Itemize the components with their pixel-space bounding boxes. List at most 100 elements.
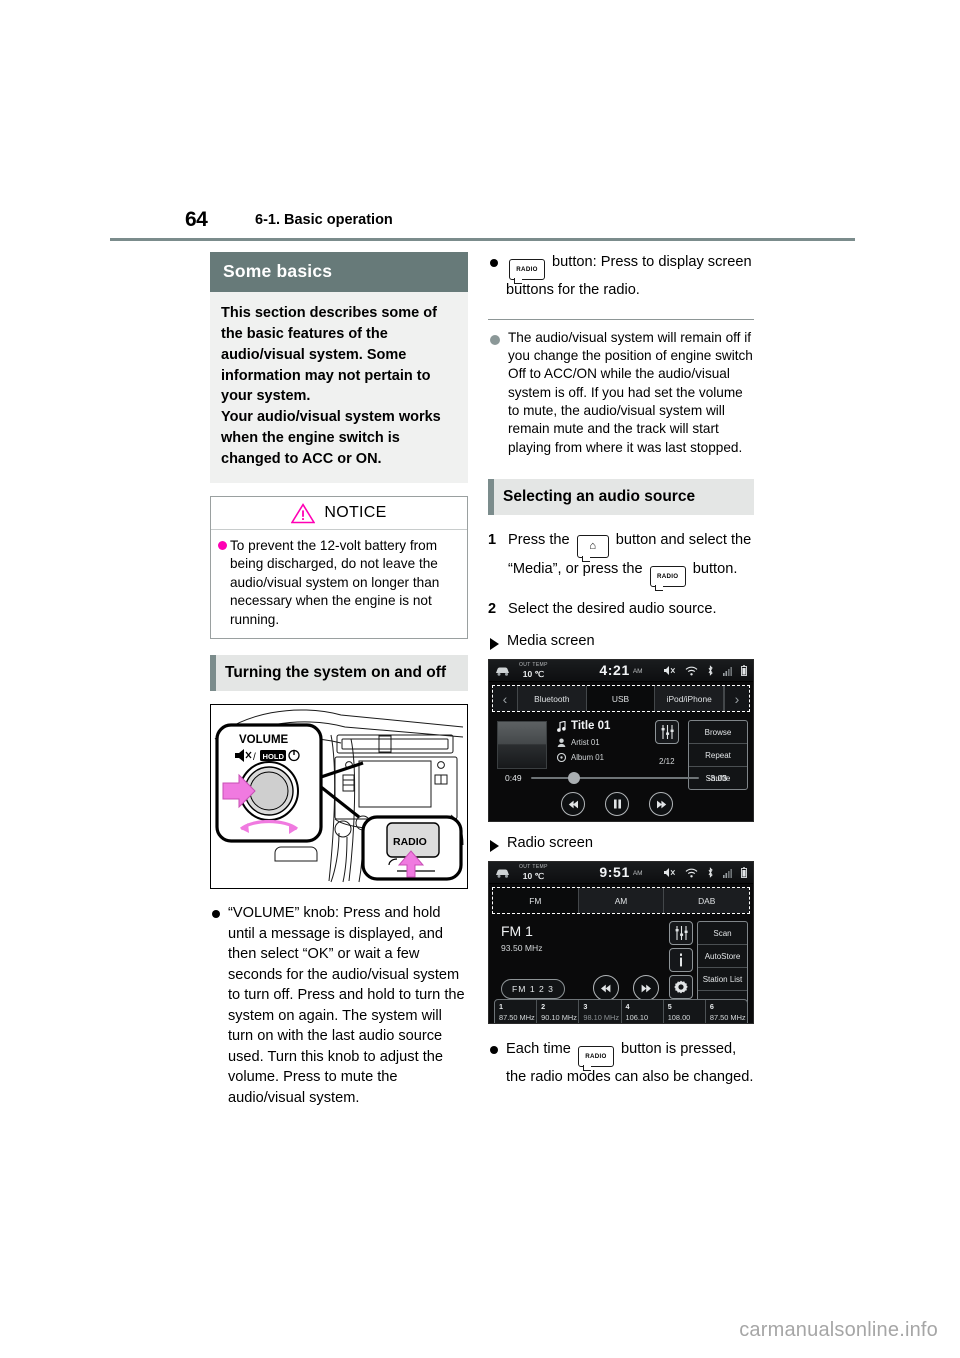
media-screen[interactable]: OUT TEMP 10 ℃ 4:21 AM ‹ Bluetooth USB iP… bbox=[488, 659, 754, 823]
bluetooth-icon bbox=[708, 867, 713, 879]
battery-icon bbox=[741, 867, 747, 879]
caption-media-screen: Media screen bbox=[488, 633, 754, 651]
radio-preset-1-number: 1 bbox=[499, 1002, 503, 1012]
radio-band-label: FM 1 bbox=[501, 923, 533, 940]
home-key-icon[interactable]: ⌂ bbox=[576, 535, 609, 563]
media-equalizer-button[interactable] bbox=[655, 720, 679, 745]
media-seek-knob[interactable] bbox=[567, 772, 580, 785]
media-out-temp-value: 10 ℃ bbox=[522, 668, 545, 679]
radio-out-temp-value: 10 ℃ bbox=[522, 870, 545, 881]
radio-band-tabs[interactable]: FM AM DAB bbox=[492, 887, 750, 915]
previous-track-icon bbox=[568, 800, 578, 809]
radio-preset-6-number: 6 bbox=[709, 1002, 714, 1012]
media-source-tabs[interactable]: ‹ Bluetooth USB iPod/iPhone › bbox=[492, 685, 750, 713]
media-repeat-button[interactable]: Repeat bbox=[689, 744, 747, 768]
media-tabs-next-arrow[interactable]: › bbox=[724, 686, 750, 712]
left-column: Some basics This section describes some … bbox=[210, 252, 468, 1108]
media-pause-button[interactable] bbox=[605, 792, 629, 817]
radio-preset-3-frequency: 98.10 MHz bbox=[583, 1012, 620, 1022]
radio-scan-button[interactable]: Scan bbox=[698, 922, 747, 946]
media-seek-row[interactable]: 0:49 -3:03 bbox=[505, 772, 727, 785]
radio-status-icons bbox=[663, 867, 747, 879]
radio-tab-fm[interactable]: FM bbox=[493, 888, 579, 914]
volume-knob-text: “VOLUME” knob: Press and hold until a me… bbox=[228, 905, 465, 1106]
artist-icon bbox=[557, 738, 566, 748]
media-browse-button[interactable]: Browse bbox=[689, 721, 747, 745]
right-column: RADIO button: Press to display screen bu… bbox=[488, 252, 754, 1088]
radio-screen[interactable]: OUT TEMP 10 ℃ 9:51 AM FM AM DAB FM 1 93.… bbox=[488, 861, 754, 1025]
header-divider bbox=[110, 238, 855, 241]
step-1: 1 Press the ⌂ button and select the “Med… bbox=[488, 529, 754, 592]
radio-preset-row[interactable]: 1 87.50 MHz 2 90.10 MHz 3 98.10 MHz 4 10… bbox=[494, 999, 748, 1024]
step-1-number: 1 bbox=[488, 532, 497, 549]
bullet-dot-icon bbox=[212, 910, 220, 919]
triangle-marker-icon bbox=[490, 638, 499, 651]
radio-preset-2[interactable]: 2 90.10 MHz bbox=[537, 1000, 580, 1024]
media-album: Album 01 bbox=[571, 753, 604, 763]
media-elapsed-time: 0:49 bbox=[505, 773, 522, 784]
media-remaining-time: -3:03 bbox=[707, 773, 727, 784]
equalizer-icon bbox=[661, 725, 674, 740]
step-1-text: Press the ⌂ button and select the “Media… bbox=[508, 529, 754, 592]
radio-clock-time: 9:51 bbox=[599, 863, 630, 880]
radio-seek-down-button[interactable] bbox=[593, 975, 619, 1002]
radio-equalizer-button[interactable] bbox=[669, 921, 693, 946]
media-next-button[interactable] bbox=[649, 792, 673, 817]
media-out-temp-label: OUT TEMP bbox=[519, 662, 548, 669]
radio-band-selector[interactable]: FM 1 2 3 bbox=[501, 979, 565, 1000]
pause-icon bbox=[613, 799, 621, 809]
svg-text:VOLUME: VOLUME bbox=[239, 734, 289, 746]
media-tabs-prev-arrow[interactable]: ‹ bbox=[493, 686, 518, 712]
bullet-dot-icon bbox=[490, 1046, 498, 1055]
step-2: 2 Select the desired audio source. bbox=[488, 598, 754, 620]
bluetooth-icon bbox=[708, 665, 713, 677]
notice-body: To prevent the 12-volt battery from bein… bbox=[211, 530, 467, 638]
media-tab-bluetooth[interactable]: Bluetooth bbox=[518, 686, 587, 712]
each-time-pre: Each time bbox=[506, 1041, 575, 1058]
car-icon bbox=[496, 667, 509, 676]
radio-info-button[interactable] bbox=[669, 948, 693, 973]
radio-key-icon[interactable]: RADIO bbox=[577, 1046, 614, 1072]
media-previous-button[interactable] bbox=[561, 792, 585, 817]
media-transport-controls[interactable] bbox=[561, 792, 673, 817]
radio-out-temp: OUT TEMP 10 ℃ bbox=[519, 865, 548, 880]
signal-icon bbox=[723, 666, 732, 676]
svg-text:RADIO: RADIO bbox=[393, 836, 427, 848]
radio-preset-2-number: 2 bbox=[541, 1002, 546, 1012]
radio-key-icon[interactable]: RADIO bbox=[649, 566, 686, 592]
radio-autostore-button[interactable]: AutoStore bbox=[698, 945, 747, 969]
caption-radio-screen: Radio screen bbox=[488, 835, 754, 853]
footer-watermark: carmanualsonline.info bbox=[739, 1319, 938, 1341]
radio-preset-1[interactable]: 1 87.50 MHz bbox=[495, 1000, 538, 1024]
mute-speaker-icon bbox=[664, 868, 675, 878]
battery-icon bbox=[741, 665, 747, 677]
caption-media-screen-label: Media screen bbox=[507, 633, 595, 650]
radio-seek-up-button[interactable] bbox=[633, 975, 659, 1002]
radio-station-list-button[interactable]: Station List bbox=[698, 968, 747, 992]
volume-knob-bullet: “VOLUME” knob: Press and hold until a me… bbox=[210, 903, 468, 1108]
caption-radio-screen-label: Radio screen bbox=[507, 835, 593, 852]
radio-key-icon[interactable]: RADIO bbox=[509, 259, 545, 284]
radio-preset-5[interactable]: 5 108.00 MHz bbox=[664, 1000, 706, 1024]
radio-settings-button[interactable] bbox=[669, 975, 693, 1000]
seek-up-icon bbox=[641, 984, 651, 993]
radio-frequency: 93.50 MHz bbox=[501, 943, 543, 954]
radio-preset-3[interactable]: 3 98.10 MHz bbox=[579, 1000, 622, 1024]
radio-preset-4[interactable]: 4 106.10 MHz bbox=[622, 1000, 664, 1024]
radio-tab-dab[interactable]: DAB bbox=[664, 888, 750, 914]
step-1-pre: Press the bbox=[508, 532, 574, 549]
media-track-counter: 2/12 bbox=[659, 757, 675, 767]
each-time-bullet: Each time RADIO button is pressed, the r… bbox=[488, 1039, 754, 1088]
radio-preset-6[interactable]: 6 87.50 MHz bbox=[706, 1000, 747, 1023]
media-tab-ipod-iphone[interactable]: iPod/iPhone bbox=[655, 686, 725, 712]
media-seek-bar[interactable] bbox=[530, 772, 699, 785]
svg-text:/: / bbox=[253, 752, 256, 763]
step-2-text: Select the desired audio source. bbox=[508, 601, 717, 618]
radio-tab-am[interactable]: AM bbox=[578, 888, 665, 914]
notice-title: NOTICE bbox=[324, 504, 387, 522]
section-heading-some-basics: Some basics bbox=[210, 252, 468, 292]
media-tab-usb[interactable]: USB bbox=[586, 686, 656, 712]
radio-preset-5-frequency: 108.00 MHz bbox=[667, 1012, 691, 1023]
wifi-icon bbox=[685, 868, 698, 878]
wifi-icon bbox=[685, 666, 698, 676]
